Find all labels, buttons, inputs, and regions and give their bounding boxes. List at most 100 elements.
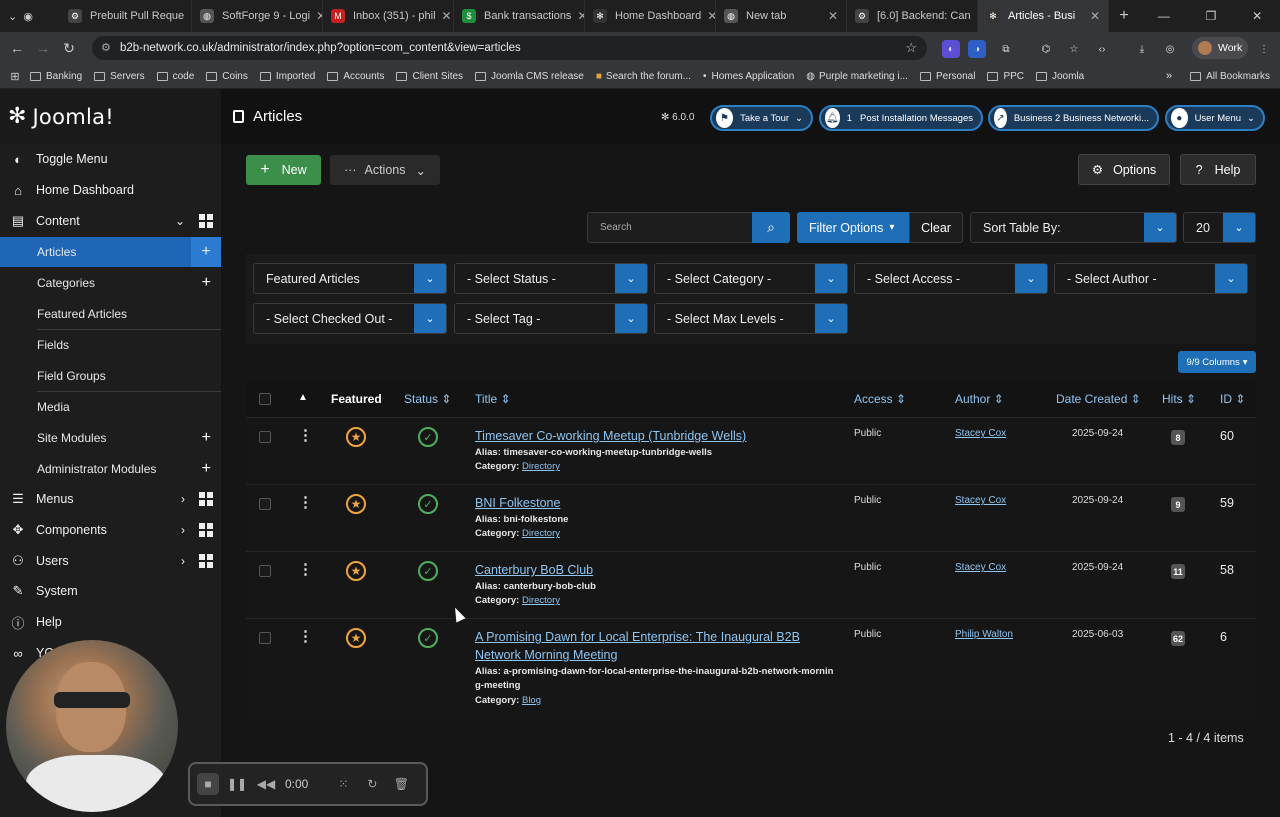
new-tab-button[interactable]: + xyxy=(1109,7,1139,25)
featured-star-icon[interactable]: ★ xyxy=(346,494,366,514)
actions-button[interactable]: ··· Actions ⌄ xyxy=(330,155,440,185)
browser-tab[interactable]: ✻ Home Dashboard✕ xyxy=(585,0,716,32)
browser-tab[interactable]: $ Bank transactions✕ xyxy=(454,0,585,32)
trash-icon[interactable]: 🗑︎ xyxy=(390,773,412,795)
sidebar-item-media[interactable]: Media xyxy=(0,392,221,422)
row-actions-icon[interactable]: ⋮ xyxy=(298,560,313,578)
author-link[interactable]: Stacey Cox xyxy=(955,428,1006,439)
help-button[interactable]: ? Help xyxy=(1180,154,1256,185)
filter-author[interactable]: - Select Author - ⌄ xyxy=(1054,263,1248,294)
extension-icon[interactable]: ◑ xyxy=(968,40,986,58)
category-link[interactable]: Directory xyxy=(522,595,560,606)
dashboard-grid-icon[interactable] xyxy=(199,554,213,568)
minimize-icon[interactable]: — xyxy=(1158,9,1170,23)
featured-star-icon[interactable]: ★ xyxy=(346,628,366,648)
extensions-puzzle-icon[interactable]: ⧉ xyxy=(997,40,1015,58)
add-module-icon[interactable]: + xyxy=(202,460,211,478)
sort-select[interactable]: Sort Table By: ⌄ xyxy=(970,212,1177,243)
column-hits[interactable]: Hits ⇕ xyxy=(1162,392,1196,406)
site-link-button[interactable]: ↗ Business 2 Business Networki... xyxy=(988,105,1159,131)
category-link[interactable]: Directory xyxy=(522,528,560,539)
bookmark[interactable]: code xyxy=(156,71,194,82)
maximize-icon[interactable]: ❐ xyxy=(1206,9,1217,23)
restart-icon[interactable]: ↻ xyxy=(361,773,383,795)
menu-content[interactable]: ▤ Content ⌄ xyxy=(0,206,221,236)
dashboard-grid-icon[interactable] xyxy=(199,492,213,506)
options-button[interactable]: ⚙ Options xyxy=(1078,154,1170,185)
address-bar[interactable]: ⚙ b2b-network.co.uk/administrator/index.… xyxy=(92,36,927,60)
pause-icon[interactable]: ❚❚ xyxy=(226,773,248,795)
tab-search-button[interactable]: ⌄ ◉ xyxy=(0,0,60,32)
filter-options-button[interactable]: Filter Options ▾ xyxy=(797,212,909,243)
column-author[interactable]: Author ⇕ xyxy=(955,392,1004,406)
extension-icon[interactable]: ◎ xyxy=(1161,40,1179,58)
category-link[interactable]: Blog xyxy=(522,695,541,706)
menu-users[interactable]: ⚇ Users › xyxy=(0,546,221,576)
filter-max-levels[interactable]: - Select Max Levels - ⌄ xyxy=(654,303,848,334)
add-module-icon[interactable]: + xyxy=(202,429,211,447)
dashboard-grid-icon[interactable] xyxy=(199,523,213,537)
limit-select[interactable]: 20 ⌄ xyxy=(1183,212,1256,243)
row-checkbox[interactable] xyxy=(259,565,271,577)
more-bookmarks-icon[interactable]: » xyxy=(1166,70,1172,82)
extension-icon[interactable]: ⌬ xyxy=(1037,40,1055,58)
search-input[interactable]: Search xyxy=(587,212,752,243)
bookmark[interactable]: • Homes Application xyxy=(703,71,794,82)
bookmark[interactable]: Client Sites xyxy=(396,71,463,82)
author-link[interactable]: Philip Walton xyxy=(955,629,1013,640)
sidebar-item-admin-modules[interactable]: Administrator Modules + xyxy=(0,454,221,484)
article-title-link[interactable]: BNI Folkestone xyxy=(475,494,835,512)
close-tab-icon[interactable]: ✕ xyxy=(971,9,978,23)
author-link[interactable]: Stacey Cox xyxy=(955,495,1006,506)
bookmark[interactable]: Personal xyxy=(919,71,975,82)
sidebar-item-categories[interactable]: Categories + xyxy=(0,268,221,298)
bookmark[interactable]: Joomla xyxy=(1036,71,1084,82)
menu-menus[interactable]: ☰ Menus › xyxy=(0,484,221,514)
filter-checked-out[interactable]: - Select Checked Out - ⌄ xyxy=(253,303,447,334)
article-title-link[interactable]: Canterbury BoB Club xyxy=(475,561,835,579)
reload-icon[interactable]: ↻ xyxy=(56,40,82,57)
browser-tab[interactable]: M Inbox (351) - phil ✕ xyxy=(323,0,454,32)
menu-home-dashboard[interactable]: ⌂ Home Dashboard xyxy=(0,175,221,205)
close-tab-icon[interactable]: ✕ xyxy=(822,9,838,23)
devtools-icon[interactable]: ‹› xyxy=(1093,40,1111,58)
filter-category[interactable]: - Select Category - ⌄ xyxy=(654,263,848,294)
row-checkbox[interactable] xyxy=(259,632,271,644)
bookmark[interactable]: ■ Search the forum... xyxy=(596,71,691,82)
stop-icon[interactable]: ■ xyxy=(197,773,219,795)
published-check-icon[interactable]: ✓ xyxy=(418,494,438,514)
filter-tag[interactable]: - Select Tag - ⌄ xyxy=(454,303,648,334)
extension-icon[interactable]: ◐ xyxy=(942,40,960,58)
bookmark[interactable]: PPC xyxy=(987,71,1024,82)
column-date-created[interactable]: Date Created ⇕ xyxy=(1056,392,1141,406)
column-id[interactable]: ID ⇕ xyxy=(1220,392,1245,406)
close-tab-icon[interactable]: ✕ xyxy=(1084,9,1100,23)
bookmark[interactable]: Imported xyxy=(259,71,315,82)
columns-button[interactable]: 9/9 Columns ▾ xyxy=(1178,351,1256,373)
article-title-link[interactable]: Timesaver Co-working Meetup (Tunbridge W… xyxy=(475,427,835,445)
bookmark-star-icon[interactable]: ☆ xyxy=(905,40,917,56)
column-status[interactable]: Status ⇕ xyxy=(404,392,451,406)
close-window-icon[interactable]: ✕ xyxy=(1252,9,1262,23)
filter-access[interactable]: - Select Access - ⌄ xyxy=(854,263,1048,294)
all-bookmarks[interactable]: All Bookmarks xyxy=(1190,71,1270,82)
sidebar-item-site-modules[interactable]: Site Modules + xyxy=(0,423,221,453)
filter-status[interactable]: - Select Status - ⌄ xyxy=(454,263,648,294)
published-check-icon[interactable]: ✓ xyxy=(418,628,438,648)
row-checkbox[interactable] xyxy=(259,431,271,443)
published-check-icon[interactable]: ✓ xyxy=(418,561,438,581)
dashboard-grid-icon[interactable] xyxy=(199,214,213,228)
chrome-menu-icon[interactable]: ⋮ xyxy=(1255,40,1273,58)
bookmark[interactable]: Accounts xyxy=(327,71,384,82)
apps-icon[interactable]: ⊞ xyxy=(0,70,30,83)
select-all-checkbox[interactable] xyxy=(259,393,271,405)
bookmark[interactable]: Servers xyxy=(94,71,145,82)
filter-featured[interactable]: Featured Articles ⌄ xyxy=(253,263,447,294)
add-article-icon[interactable]: + xyxy=(191,237,221,267)
close-tab-icon[interactable]: ✕ xyxy=(436,9,452,23)
user-menu-button[interactable]: ● User Menu ⌄ xyxy=(1165,105,1265,131)
ordering-sort-icon[interactable]: ▲ xyxy=(298,392,308,403)
rewind-icon[interactable]: ◀◀ xyxy=(255,773,277,795)
toggle-menu[interactable]: ◐ Toggle Menu xyxy=(0,144,221,174)
sidebar-item-featured-articles[interactable]: Featured Articles xyxy=(0,299,221,329)
